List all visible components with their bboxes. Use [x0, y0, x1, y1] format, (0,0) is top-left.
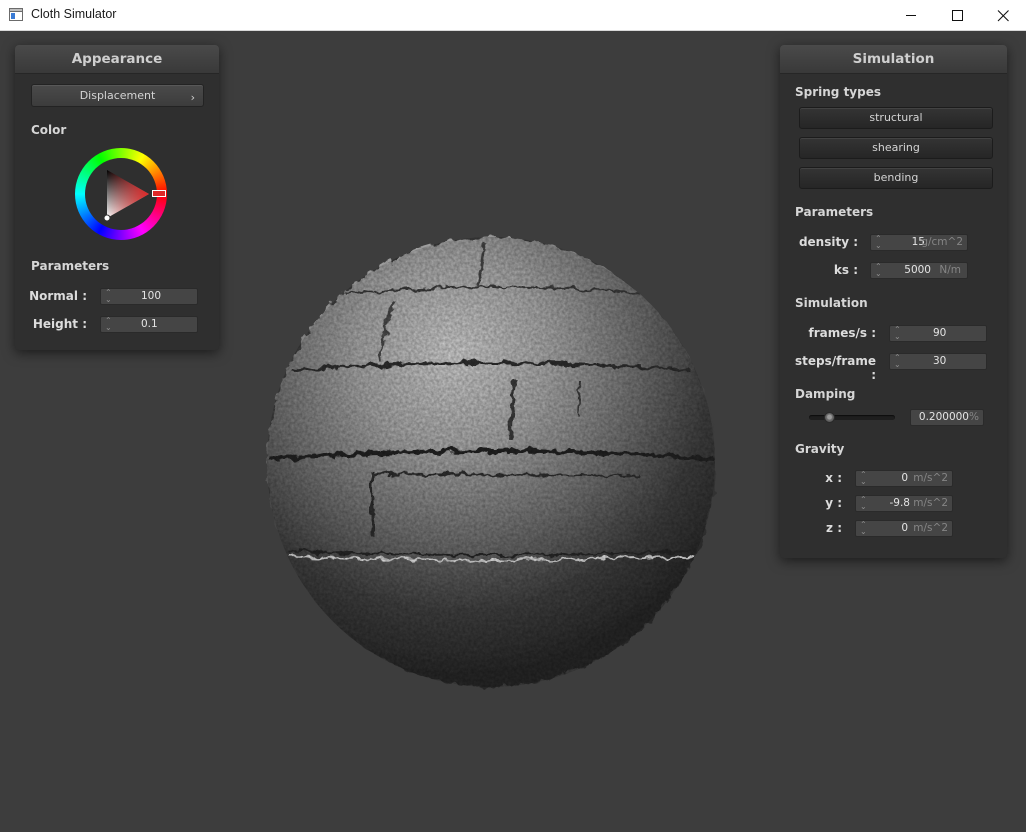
spinner-icon[interactable]: ⌃ ⌄: [860, 496, 867, 511]
gravity-z-label: z :: [826, 521, 842, 535]
structural-button-label: structural: [869, 111, 923, 124]
gravity-x-value: 0: [901, 472, 908, 484]
appearance-parameters-label: Parameters: [31, 259, 110, 273]
color-picker-handle[interactable]: [103, 214, 111, 222]
frames-per-second-input[interactable]: ⌃ ⌄ 90: [889, 325, 987, 342]
spinner-icon[interactable]: ⌃ ⌄: [875, 235, 882, 250]
simulation-panel: Simulation Spring types structural shear…: [780, 45, 1007, 558]
minimize-icon: [906, 15, 916, 16]
gravity-y-unit: m/s^2: [913, 497, 948, 509]
spring-types-label: Spring types: [795, 85, 882, 99]
minimize-button[interactable]: [888, 0, 934, 31]
ks-value: 5000: [904, 264, 931, 276]
frames-per-second-value: 90: [933, 327, 947, 339]
spinner-icon[interactable]: ⌃ ⌄: [105, 317, 112, 332]
height-value: 0.1: [141, 318, 158, 330]
spinner-icon[interactable]: ⌃ ⌄: [875, 263, 882, 278]
shearing-button-label: shearing: [872, 141, 920, 154]
steps-per-frame-input[interactable]: ⌃ ⌄ 30: [889, 353, 987, 370]
gravity-label: Gravity: [795, 442, 845, 456]
damping-input[interactable]: 0.200000 %: [910, 409, 984, 426]
damping-label: Damping: [795, 387, 856, 401]
simulation-panel-title[interactable]: Simulation: [780, 45, 1007, 74]
window-title: Cloth Simulator: [31, 7, 117, 21]
chevron-right-icon: ›: [190, 91, 195, 104]
damping-slider-track[interactable]: [809, 415, 895, 420]
maximize-button[interactable]: [934, 0, 980, 31]
ks-unit: N/m: [939, 264, 961, 276]
close-button[interactable]: [980, 0, 1026, 31]
steps-per-frame-label: steps/frame :: [794, 354, 876, 382]
ks-label: ks :: [833, 263, 858, 277]
steps-per-frame-value: 30: [933, 355, 947, 367]
density-label: density :: [798, 235, 858, 249]
gravity-x-label: x :: [825, 471, 842, 485]
gravity-y-input[interactable]: ⌃ ⌄ -9.8 m/s^2: [855, 495, 953, 512]
density-input[interactable]: ⌃ ⌄ 15 g/cm^2: [870, 234, 968, 251]
spinner-icon[interactable]: ⌃ ⌄: [860, 471, 867, 486]
normal-value: 100: [141, 290, 162, 302]
color-group-label: Color: [31, 123, 67, 137]
appearance-panel-title[interactable]: Appearance: [15, 45, 219, 74]
frames-per-second-label: frames/s :: [808, 326, 876, 340]
damping-slider-handle[interactable]: [824, 412, 835, 423]
shader-popup-label: Displacement: [79, 89, 156, 102]
maximize-icon: [952, 10, 963, 21]
spinner-icon[interactable]: ⌃ ⌄: [105, 289, 112, 304]
structural-button[interactable]: structural: [799, 107, 993, 129]
density-unit: g/cm^2: [921, 236, 963, 248]
normal-input[interactable]: ⌃ ⌄ 100: [100, 288, 198, 305]
spinner-icon[interactable]: ⌃ ⌄: [894, 354, 901, 369]
gravity-z-value: 0: [901, 522, 908, 534]
spinner-icon[interactable]: ⌃ ⌄: [860, 521, 867, 536]
close-icon: [997, 10, 1009, 22]
hue-ring-handle[interactable]: [152, 190, 166, 197]
shearing-button[interactable]: shearing: [799, 137, 993, 159]
bending-button-label: bending: [873, 171, 919, 184]
gravity-y-value: -9.8: [889, 497, 911, 509]
damping-unit: %: [969, 411, 979, 423]
gravity-z-unit: m/s^2: [913, 522, 948, 534]
simulation-group-label: Simulation: [795, 296, 868, 310]
color-wheel[interactable]: [75, 148, 167, 240]
height-label: Height :: [32, 317, 87, 331]
appearance-panel: Appearance Displacement › Color Paramete…: [15, 45, 219, 350]
window-title-bar: Cloth Simulator: [0, 0, 1026, 31]
bending-button[interactable]: bending: [799, 167, 993, 189]
normal-label: Normal :: [29, 289, 87, 303]
height-input[interactable]: ⌃ ⌄ 0.1: [100, 316, 198, 333]
damping-value: 0.200000: [918, 411, 969, 423]
gravity-x-unit: m/s^2: [913, 472, 948, 484]
gravity-x-input[interactable]: ⌃ ⌄ 0 m/s^2: [855, 470, 953, 487]
gravity-y-label: y :: [825, 496, 842, 510]
app-window-icon: [9, 8, 23, 21]
gravity-z-input[interactable]: ⌃ ⌄ 0 m/s^2: [855, 520, 953, 537]
spinner-icon[interactable]: ⌃ ⌄: [894, 326, 901, 341]
ks-input[interactable]: ⌃ ⌄ 5000 N/m: [870, 262, 968, 279]
shader-popup-button[interactable]: Displacement ›: [31, 84, 204, 107]
sim-parameters-label: Parameters: [795, 205, 874, 219]
